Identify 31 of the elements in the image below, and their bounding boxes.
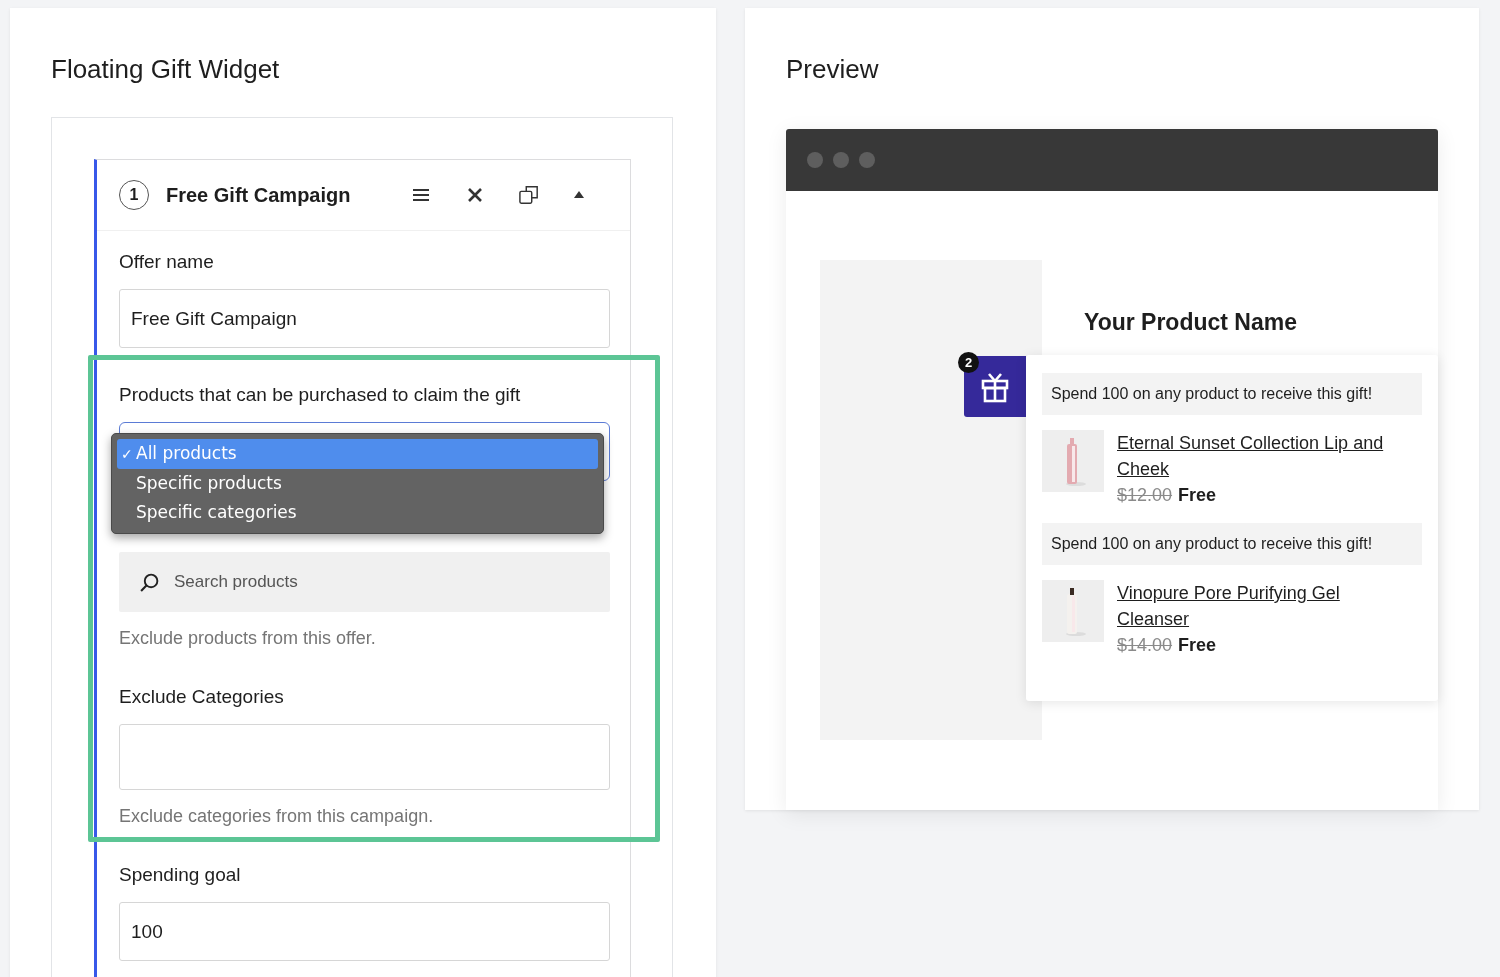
field-label: Offer name [119, 251, 215, 273]
offer-message: Spend 100 on any product to receive this gift! [1042, 523, 1422, 565]
spending-goal-field[interactable]: 100 [119, 902, 610, 961]
field-label: Spending goal [119, 864, 242, 886]
window-dot [859, 152, 875, 168]
offer-name-field[interactable]: Free Gift Campaign [119, 289, 610, 348]
product-name: Your Product Name [1084, 309, 1297, 336]
field-label: Products that can be purchased to claim the gift [119, 384, 522, 406]
product-link[interactable]: Vinopure Pore Purifying Gel Cleanser [1117, 580, 1392, 632]
dropdown-option[interactable]: Specific categories [117, 498, 598, 528]
help-text: Exclude categories from this campaign. [119, 806, 435, 828]
panel-title: Floating Gift Widget [51, 54, 281, 86]
offer-message: Spend 100 on any product to receive this gift! [1042, 373, 1422, 415]
search-field[interactable]: Search products [119, 552, 610, 612]
campaign-title: Free Gift Campaign [166, 183, 352, 207]
old-price: $14.00 [1117, 635, 1173, 655]
caret-icon[interactable] [573, 189, 585, 201]
search-icon [139, 572, 160, 593]
panel-title: Preview [786, 54, 880, 86]
product-link[interactable]: Eternal Sunset Collection Lip and Cheek [1117, 430, 1392, 482]
help-text: Exclude products from this offer. [119, 628, 377, 650]
window-dot [833, 152, 849, 168]
duplicate-icon[interactable] [519, 185, 539, 205]
window-dot [807, 152, 823, 168]
field-label: Exclude Categories [119, 686, 285, 708]
categories-field[interactable] [119, 724, 610, 790]
price: Free [1178, 635, 1217, 655]
old-price: $12.00 [1117, 485, 1173, 505]
dropdown-option[interactable]: Specific products [117, 468, 598, 498]
gift-button[interactable] [964, 356, 1026, 417]
price: Free [1178, 485, 1217, 505]
